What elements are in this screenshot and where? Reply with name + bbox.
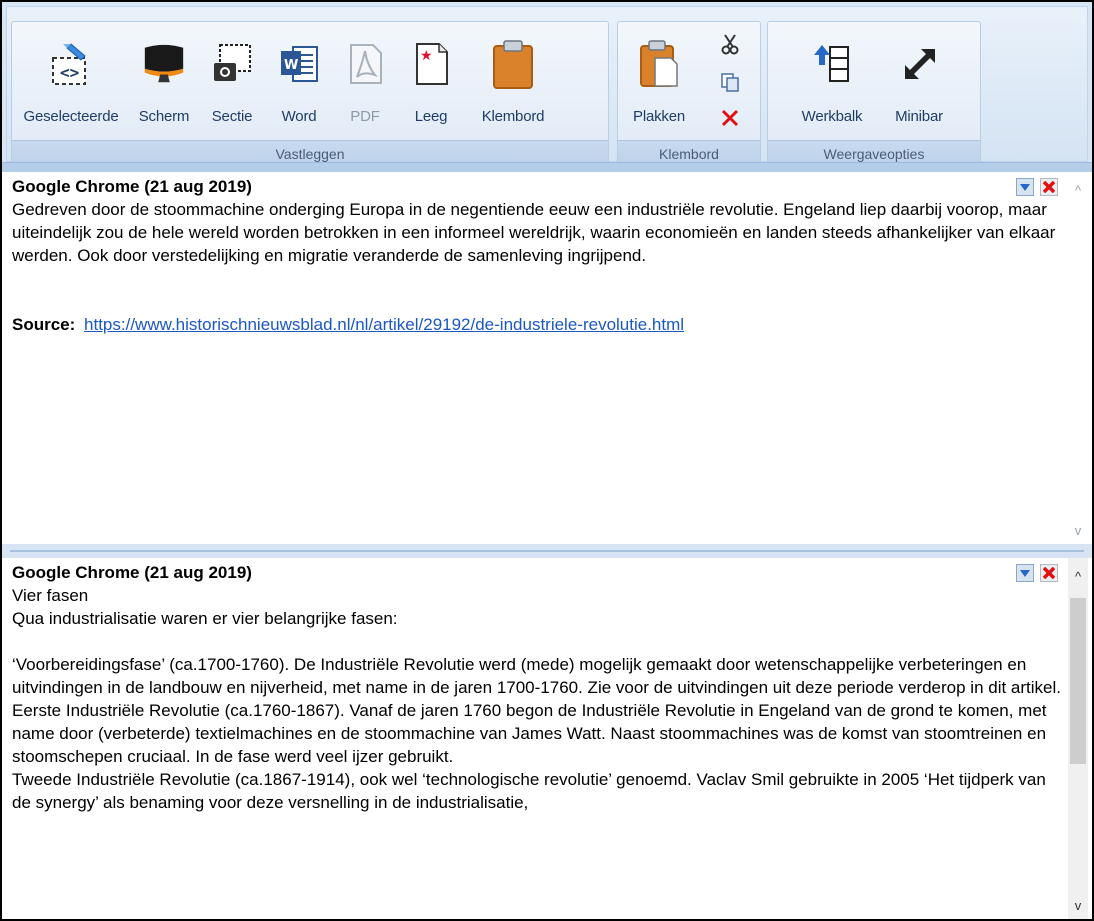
clip-line: ‘Voorbereidingsfase’ (ca.1700-1760). De … xyxy=(12,655,1062,697)
section-camera-icon xyxy=(209,38,255,90)
blank-page-icon: ★ xyxy=(408,38,454,90)
chevron-down-icon xyxy=(1020,184,1030,191)
geselecteerde-button[interactable]: <> Geselecteerde xyxy=(16,32,126,132)
group-weergaveopties: Werkbalk Minibar Weergaveopties xyxy=(767,21,981,167)
copy-icon xyxy=(721,73,739,92)
clip-controls xyxy=(1016,564,1058,582)
monitor-icon xyxy=(141,38,187,90)
selection-capture-icon: <> xyxy=(48,38,94,90)
clip-title: Google Chrome (21 aug 2019) xyxy=(12,177,252,196)
klembord-capture-label: Klembord xyxy=(481,108,545,125)
clip-2-scrollbar[interactable]: ^ v xyxy=(1068,558,1088,919)
expand-arrow-icon xyxy=(896,38,942,90)
klembord-capture-button[interactable]: Klembord xyxy=(468,32,558,132)
copy-button[interactable] xyxy=(716,68,744,96)
minibar-button[interactable]: Minibar xyxy=(882,32,956,132)
minibar-label: Minibar xyxy=(895,108,943,125)
scroll-down-icon[interactable]: v xyxy=(1068,520,1088,540)
source-line: Source: https://www.historischnieuwsblad… xyxy=(12,313,1066,336)
clip-1-scrollbar[interactable]: ^ v xyxy=(1068,172,1088,544)
scherm-label: Scherm xyxy=(138,108,190,125)
scroll-up-icon[interactable]: ^ xyxy=(1068,180,1088,200)
pdf-icon xyxy=(342,38,388,90)
clip-panel-1: Google Chrome (21 aug 2019) Gedreven doo… xyxy=(0,172,1094,544)
cut-button[interactable] xyxy=(716,30,744,58)
word-button[interactable]: W Word xyxy=(268,32,330,132)
clip-line: Qua industrialisatie waren er vier belan… xyxy=(12,609,398,628)
clip-controls xyxy=(1016,178,1058,196)
scroll-thumb[interactable] xyxy=(1070,598,1086,764)
clip-menu-button[interactable] xyxy=(1016,564,1034,582)
source-link[interactable]: https://www.historischnieuwsblad.nl/nl/a… xyxy=(84,315,684,334)
svg-text:<>: <> xyxy=(60,63,79,82)
leeg-label: Leeg xyxy=(414,108,448,125)
cut-icon xyxy=(721,34,739,55)
panel-divider[interactable] xyxy=(0,544,1094,558)
scroll-up-icon[interactable]: ^ xyxy=(1068,566,1088,586)
svg-text:W: W xyxy=(284,58,298,73)
word-document-icon: W xyxy=(276,38,322,90)
pdf-label: PDF xyxy=(350,108,380,125)
ribbon-toolbar: <> Geselecteerde Scherm Sectie W Word PD… xyxy=(0,0,1094,172)
pdf-button[interactable]: PDF xyxy=(336,32,394,132)
clip-menu-button[interactable] xyxy=(1016,178,1034,196)
toolbar-icon xyxy=(809,38,855,90)
delete-icon xyxy=(721,109,739,127)
sectie-label: Sectie xyxy=(211,108,253,125)
svg-text:★: ★ xyxy=(420,48,433,64)
paste-icon xyxy=(636,38,682,90)
clip-body: Gedreven door de stoommachine onderging … xyxy=(12,200,1056,265)
werkbalk-button[interactable]: Werkbalk xyxy=(788,32,876,132)
word-label: Word xyxy=(281,108,317,125)
leeg-button[interactable]: ★ Leeg xyxy=(402,32,460,132)
group-vastleggen: <> Geselecteerde Scherm Sectie W Word PD… xyxy=(11,21,609,167)
clipboard-icon xyxy=(490,38,536,90)
close-icon xyxy=(1043,181,1055,193)
scherm-button[interactable]: Scherm xyxy=(132,32,196,132)
clip-line: Eerste Industriële Revolutie (ca.1760-18… xyxy=(12,701,1047,766)
clip-delete-button[interactable] xyxy=(1040,564,1058,582)
geselecteerde-label: Geselecteerde xyxy=(23,108,119,125)
group-klembord: Plakken Klembord xyxy=(617,21,761,167)
clip-line: Vier fasen xyxy=(12,586,89,605)
sectie-button[interactable]: Sectie xyxy=(202,32,262,132)
chevron-down-icon xyxy=(1020,570,1030,577)
ribbon-separator xyxy=(2,162,1092,172)
plakken-label: Plakken xyxy=(633,108,685,125)
scroll-down-icon[interactable]: v xyxy=(1068,895,1088,915)
source-label: Source: xyxy=(12,315,76,334)
clip-content-1: Google Chrome (21 aug 2019) Gedreven doo… xyxy=(12,176,1066,544)
delete-button[interactable] xyxy=(716,104,744,132)
ribbon-body: <> Geselecteerde Scherm Sectie W Word PD… xyxy=(6,6,1088,167)
clip-title: Google Chrome (21 aug 2019) xyxy=(12,563,252,582)
clip-line: Tweede Industriële Revolutie (ca.1867-19… xyxy=(12,770,1046,812)
plakken-button[interactable]: Plakken xyxy=(622,32,696,132)
close-icon xyxy=(1043,567,1055,579)
clip-line xyxy=(12,630,1066,653)
werkbalk-label: Werkbalk xyxy=(801,108,863,125)
clip-content-2: Google Chrome (21 aug 2019) Vier fasen Q… xyxy=(12,562,1066,919)
clip-delete-button[interactable] xyxy=(1040,178,1058,196)
clip-panel-2: Google Chrome (21 aug 2019) Vier fasen Q… xyxy=(0,558,1094,921)
